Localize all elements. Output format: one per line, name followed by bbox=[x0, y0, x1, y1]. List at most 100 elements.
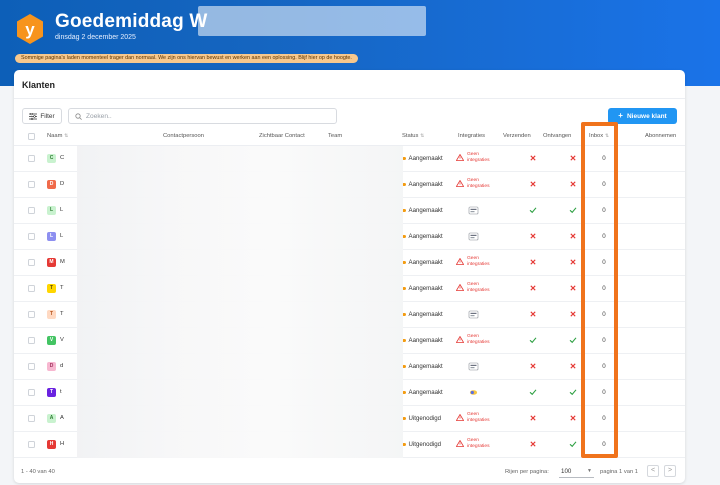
customer-name[interactable]: A bbox=[60, 415, 64, 421]
current-date: dinsdag 2 december 2025 bbox=[55, 34, 136, 41]
status-label: Aangemaakt bbox=[408, 363, 443, 370]
row-checkbox[interactable] bbox=[28, 259, 35, 266]
integration-icon[interactable] bbox=[468, 232, 479, 241]
filter-icon bbox=[29, 112, 38, 120]
customer-name[interactable]: d bbox=[60, 363, 63, 369]
check-icon bbox=[569, 337, 577, 344]
integration-status: Geen integraties bbox=[456, 282, 497, 293]
avatar: T bbox=[47, 310, 56, 319]
integration-icon[interactable] bbox=[468, 310, 479, 319]
prev-page-button[interactable]: < bbox=[647, 465, 659, 477]
no-integrations-label: Geen integraties bbox=[467, 152, 490, 163]
customer-name[interactable]: D bbox=[60, 181, 64, 187]
check-icon bbox=[569, 441, 577, 448]
row-checkbox[interactable] bbox=[28, 207, 35, 214]
status-badge: Aangemaakt bbox=[402, 259, 443, 266]
warning-icon bbox=[456, 440, 464, 447]
avatar: H bbox=[47, 440, 56, 449]
no-integrations-label: Geen integraties bbox=[467, 438, 490, 449]
status-label: Aangemaakt bbox=[408, 155, 443, 162]
status-badge: Aangemaakt bbox=[402, 207, 443, 214]
customer-name[interactable]: T bbox=[60, 285, 64, 291]
avatar: D bbox=[47, 362, 56, 371]
cross-icon bbox=[570, 155, 576, 161]
next-page-button[interactable]: > bbox=[664, 465, 676, 477]
table-footer: 1 - 40 van 40 Rijen per pagina: 100 ▼ pa… bbox=[14, 462, 685, 482]
no-integrations-label: Geen integraties bbox=[467, 282, 490, 293]
chevron-down-icon: ▼ bbox=[587, 468, 592, 474]
status-badge: Aangemaakt bbox=[402, 389, 443, 396]
row-checkbox[interactable] bbox=[28, 181, 35, 188]
row-checkbox[interactable] bbox=[28, 285, 35, 292]
check-icon bbox=[529, 337, 537, 344]
status-badge: Aangemaakt bbox=[402, 311, 443, 318]
row-checkbox[interactable] bbox=[28, 311, 35, 318]
cross-icon bbox=[530, 259, 536, 265]
search-input[interactable] bbox=[86, 112, 326, 120]
customer-name[interactable]: T bbox=[60, 311, 64, 317]
row-checkbox[interactable] bbox=[28, 337, 35, 344]
integration-icon[interactable] bbox=[468, 388, 479, 397]
status-label: Aangemaakt bbox=[408, 311, 443, 318]
customer-name[interactable]: V bbox=[60, 337, 64, 343]
logo-icon[interactable]: y bbox=[14, 13, 46, 45]
customer-name[interactable]: M bbox=[60, 259, 65, 265]
avatar: V bbox=[47, 336, 56, 345]
cross-icon bbox=[530, 311, 536, 317]
status-badge: Uitgenodigd bbox=[402, 415, 441, 422]
column-header-contactpersoon[interactable]: Contactpersoon bbox=[163, 133, 204, 139]
check-icon bbox=[529, 207, 537, 214]
customer-name[interactable]: t bbox=[60, 389, 62, 395]
select-all-checkbox[interactable] bbox=[28, 133, 35, 140]
status-label: Aangemaakt bbox=[408, 389, 443, 396]
cross-icon bbox=[570, 415, 576, 421]
row-checkbox[interactable] bbox=[28, 155, 35, 162]
column-header-ontvangen[interactable]: Ontvangen bbox=[543, 133, 571, 139]
status-badge: Aangemaakt bbox=[402, 155, 443, 162]
customer-name[interactable]: H bbox=[60, 441, 64, 447]
warning-icon bbox=[456, 414, 464, 421]
status-badge: Aangemaakt bbox=[402, 285, 443, 292]
column-header-team[interactable]: Team bbox=[328, 133, 342, 139]
row-checkbox[interactable] bbox=[28, 389, 35, 396]
row-checkbox[interactable] bbox=[28, 363, 35, 370]
row-checkbox[interactable] bbox=[28, 415, 35, 422]
no-integrations-label: Geen integraties bbox=[467, 178, 490, 189]
search-box[interactable] bbox=[68, 108, 337, 124]
integration-status: Geen integraties bbox=[456, 334, 497, 345]
column-header-zichtbaar-contact[interactable]: Zichtbaar Contact bbox=[259, 133, 305, 139]
row-checkbox[interactable] bbox=[28, 233, 35, 240]
warning-icon bbox=[456, 284, 464, 291]
notice-banner[interactable]: Sommige pagina's laden momenteel trager … bbox=[15, 54, 358, 63]
customer-name[interactable]: L bbox=[60, 233, 63, 239]
new-customer-button[interactable]: + Nieuwe klant bbox=[608, 108, 677, 124]
integration-status: Geen integraties bbox=[456, 256, 497, 267]
integration-icon[interactable] bbox=[468, 206, 479, 215]
filter-button[interactable]: Filter bbox=[22, 108, 62, 124]
row-checkbox[interactable] bbox=[28, 441, 35, 448]
integration-status: Geen integraties bbox=[456, 152, 497, 163]
avatar: T bbox=[47, 388, 56, 397]
check-icon bbox=[569, 389, 577, 396]
cross-icon bbox=[530, 285, 536, 291]
status-label: Aangemaakt bbox=[408, 233, 443, 240]
integration-status: Geen integraties bbox=[456, 178, 497, 189]
avatar: M bbox=[47, 258, 56, 267]
integration-icon[interactable] bbox=[468, 362, 479, 371]
column-header-abonnement[interactable]: Abonnemen bbox=[645, 133, 676, 139]
column-header-verzenden[interactable]: Verzenden bbox=[503, 133, 531, 139]
cross-icon bbox=[530, 441, 536, 447]
column-header-status[interactable]: Status ⇅ bbox=[402, 133, 424, 139]
status-badge: Aangemaakt bbox=[402, 233, 443, 240]
rows-per-page-select[interactable]: 100 ▼ bbox=[559, 465, 594, 478]
warning-icon bbox=[456, 180, 464, 187]
cross-icon bbox=[570, 233, 576, 239]
customer-name[interactable]: C bbox=[60, 155, 64, 161]
customer-name[interactable]: L bbox=[60, 207, 63, 213]
logo-letter: y bbox=[25, 20, 35, 39]
cross-icon bbox=[530, 181, 536, 187]
column-header-integraties[interactable]: Integraties bbox=[458, 133, 485, 139]
status-label: Uitgenodigd bbox=[408, 441, 442, 448]
column-header-naam[interactable]: Naam ⇅ bbox=[47, 133, 68, 139]
page-indicator: pagina 1 van 1 bbox=[600, 469, 639, 475]
